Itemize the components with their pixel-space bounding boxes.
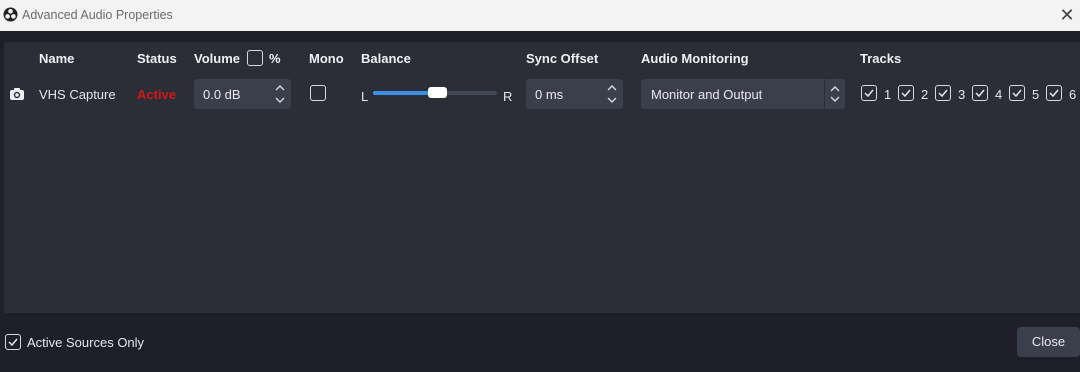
- track-1-label: 1: [884, 87, 892, 102]
- source-name: VHS Capture: [39, 87, 116, 102]
- obs-logo-icon: [3, 7, 18, 22]
- active-sources-only-label: Active Sources Only: [27, 335, 145, 350]
- track-3-checkbox[interactable]: [935, 85, 951, 101]
- close-button[interactable]: Close: [1017, 327, 1080, 357]
- track-4-label: 4: [995, 87, 1003, 102]
- window-titlebar: Advanced Audio Properties ✕: [0, 0, 1080, 31]
- track-4-checkbox[interactable]: [972, 85, 988, 101]
- window-title: Advanced Audio Properties: [22, 8, 173, 22]
- track-3-label: 3: [958, 87, 966, 102]
- audio-monitoring-value: Monitor and Output: [651, 87, 763, 102]
- track-2-label: 2: [921, 87, 929, 102]
- balance-right-label: R: [503, 89, 513, 104]
- balance-slider-handle[interactable]: [428, 87, 447, 98]
- header-volume-unit: %: [269, 51, 281, 66]
- sync-offset-spinbox[interactable]: 0 ms: [526, 79, 623, 109]
- header-name: Name: [39, 51, 75, 66]
- dialog-body: Name Status Volume % Mono Balance Sync O…: [0, 31, 1080, 372]
- volume-value: 0.0 dB: [203, 87, 241, 102]
- header-balance: Balance: [361, 51, 411, 66]
- sync-offset-stepper-icon[interactable]: [606, 82, 618, 106]
- header-audio-monitoring: Audio Monitoring: [641, 51, 749, 66]
- volume-spinbox[interactable]: 0.0 dB: [194, 79, 291, 109]
- volume-percent-checkbox[interactable]: [247, 50, 263, 66]
- track-1-checkbox[interactable]: [861, 85, 877, 101]
- camera-icon: [9, 87, 25, 101]
- balance-slider[interactable]: [373, 87, 497, 98]
- track-6-label: 6: [1069, 87, 1077, 102]
- sync-offset-value: 0 ms: [535, 87, 564, 102]
- header-tracks: Tracks: [860, 51, 902, 66]
- track-5-label: 5: [1032, 87, 1040, 102]
- sources-table: Name Status Volume % Mono Balance Sync O…: [4, 42, 1080, 313]
- header-mono: Mono: [309, 51, 344, 66]
- active-sources-only-checkbox[interactable]: [5, 334, 21, 350]
- chevron-updown-icon[interactable]: [829, 82, 841, 106]
- track-6-checkbox[interactable]: [1046, 85, 1062, 101]
- header-status: Status: [137, 51, 177, 66]
- balance-left-label: L: [361, 89, 369, 104]
- source-status: Active: [137, 87, 177, 102]
- volume-stepper-icon[interactable]: [274, 82, 286, 106]
- window-close-icon[interactable]: ✕: [1057, 5, 1077, 25]
- balance-slider-fill: [373, 91, 432, 95]
- header-sync-offset: Sync Offset: [526, 51, 599, 66]
- audio-monitoring-select[interactable]: Monitor and Output: [641, 79, 845, 109]
- select-divider: [824, 79, 825, 109]
- track-2-checkbox[interactable]: [898, 85, 914, 101]
- mono-checkbox[interactable]: [310, 85, 326, 101]
- track-5-checkbox[interactable]: [1009, 85, 1025, 101]
- header-volume: Volume: [194, 51, 240, 66]
